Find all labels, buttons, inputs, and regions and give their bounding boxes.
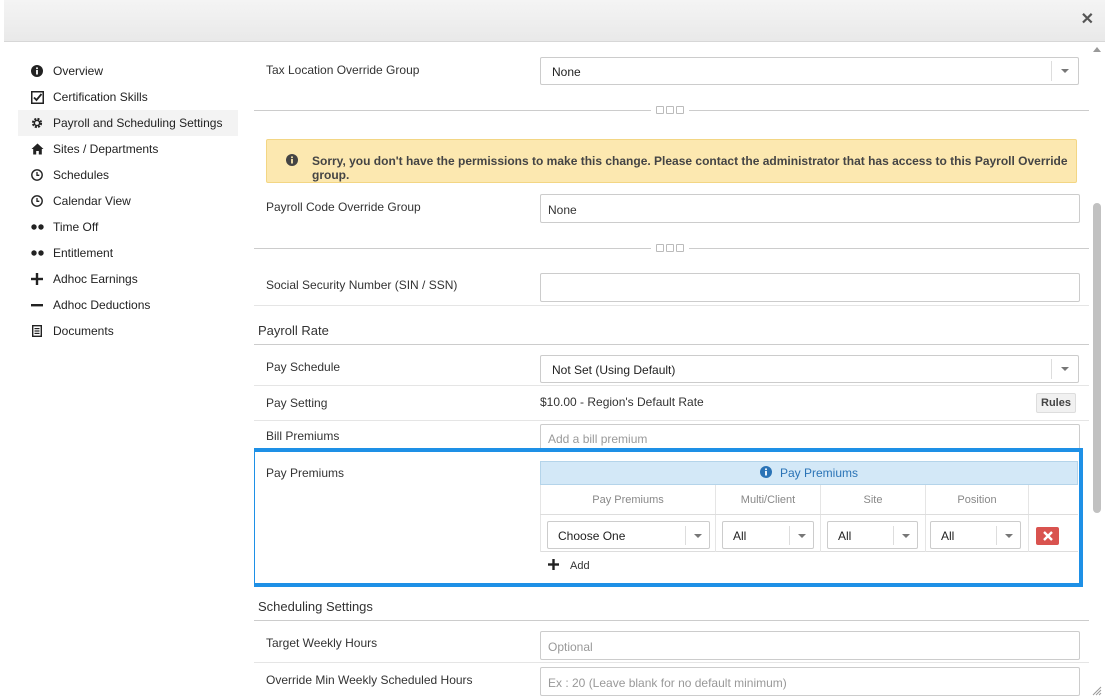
pay-schedule-row: Pay Schedule Not Set (Using Default) (254, 351, 1089, 386)
sidebar-item-adhoc-deductions[interactable]: Adhoc Deductions (18, 292, 238, 318)
sidebar-item-payroll-scheduling[interactable]: Payroll and Scheduling Settings (18, 110, 238, 136)
override-min-hours-label: Override Min Weekly Scheduled Hours (266, 673, 473, 687)
target-weekly-hours-placeholder: Optional (548, 640, 593, 654)
close-icon[interactable]: ✕ (1081, 12, 1094, 28)
payroll-code-label: Payroll Code Override Group (266, 200, 421, 214)
section-line (254, 344, 1089, 345)
chevron-down-icon (1051, 359, 1078, 379)
sidebar-item-label: Sites / Departments (53, 142, 159, 156)
payroll-code-value: None (548, 203, 577, 217)
ssn-input[interactable] (540, 273, 1080, 302)
target-weekly-hours-label: Target Weekly Hours (266, 636, 378, 650)
tax-location-value: None (552, 65, 581, 79)
sidebar-item-label: Documents (53, 324, 114, 338)
rules-button[interactable]: Rules (1036, 393, 1076, 413)
override-min-hours-input[interactable]: Ex : 20 (Leave blank for no default mini… (540, 667, 1080, 696)
sidebar-item-overview[interactable]: Overview (18, 58, 238, 84)
plus-icon (30, 272, 44, 286)
payroll-code-row: Payroll Code Override Group None (254, 188, 1089, 226)
sidebar-item-entitlement[interactable]: Entitlement (18, 240, 238, 266)
sidebar-item-sites-departments[interactable]: Sites / Departments (18, 136, 238, 162)
warning-text: Sorry, you don't have the permissions to… (312, 154, 1068, 182)
sidebar-item-label: Overview (53, 64, 104, 78)
scrollbar-thumb[interactable] (1093, 203, 1101, 513)
sidebar-item-label: Adhoc Earnings (53, 272, 138, 286)
tax-location-label: Tax Location Override Group (266, 63, 420, 77)
target-weekly-hours-input[interactable]: Optional (540, 631, 1080, 660)
bill-premium-input[interactable]: Add a bill premium (540, 424, 1080, 450)
pay-setting-label: Pay Setting (266, 396, 328, 410)
sidebar-item-schedules[interactable]: Schedules (18, 162, 238, 188)
sidebar-nav: Overview Certification Skills Payroll an… (18, 58, 238, 344)
clock-icon (30, 194, 44, 208)
dots-icon (30, 220, 44, 234)
payroll-rate-title: Payroll Rate (258, 323, 329, 338)
bill-premiums-label: Bill Premiums (266, 429, 340, 443)
chevron-down-icon (1051, 61, 1078, 81)
sidebar-item-certification-skills[interactable]: Certification Skills (18, 84, 238, 110)
target-weekly-hours-row: Target Weekly Hours Optional (254, 625, 1089, 663)
ssn-row: Social Security Number (SIN / SSN) (254, 266, 1089, 306)
sidebar-item-time-off[interactable]: Time Off (18, 214, 238, 240)
ssn-label: Social Security Number (SIN / SSN) (266, 278, 458, 292)
sidebar-item-label: Calendar View (53, 194, 131, 208)
tax-location-select[interactable]: None (540, 57, 1079, 85)
pay-setting-value: $10.00 - Region's Default Rate (540, 395, 704, 409)
sidebar-item-adhoc-earnings[interactable]: Adhoc Earnings (18, 266, 238, 292)
sidebar-item-calendar-view[interactable]: Calendar View (18, 188, 238, 214)
pay-setting-row: Pay Setting $10.00 - Region's Default Ra… (254, 386, 1089, 421)
pay-premiums-highlight (254, 448, 1083, 587)
section-line (254, 620, 1089, 621)
sidebar-item-label: Time Off (53, 220, 99, 234)
pay-schedule-label: Pay Schedule (266, 360, 341, 374)
sidebar-item-label: Schedules (53, 168, 110, 182)
pay-schedule-value: Not Set (Using Default) (552, 363, 676, 377)
section-divider[interactable] (254, 106, 1089, 115)
document-icon (30, 324, 44, 338)
minus-icon (30, 298, 44, 312)
pay-schedule-select[interactable]: Not Set (Using Default) (540, 355, 1079, 383)
bill-premium-placeholder: Add a bill premium (548, 432, 648, 446)
modal-header: ✕ (4, 0, 1105, 42)
sidebar-item-documents[interactable]: Documents (18, 318, 238, 344)
dots-icon (30, 246, 44, 260)
override-min-hours-placeholder: Ex : 20 (Leave blank for no default mini… (548, 676, 787, 690)
override-min-hours-row: Override Min Weekly Scheduled Hours Ex :… (254, 663, 1089, 700)
section-divider[interactable] (254, 244, 1089, 253)
payroll-code-field[interactable]: None (540, 194, 1080, 223)
settings-form: Tax Location Override Group None Sorry, … (254, 42, 1089, 700)
checkbox-icon (30, 90, 44, 104)
home-icon (30, 142, 44, 156)
scheduling-settings-title: Scheduling Settings (258, 599, 373, 614)
sidebar-item-label: Payroll and Scheduling Settings (53, 116, 223, 130)
permission-warning: Sorry, you don't have the permissions to… (266, 139, 1077, 183)
resize-handle-icon[interactable] (1092, 686, 1102, 696)
sidebar-item-label: Certification Skills (53, 90, 148, 104)
clock-icon (30, 168, 44, 182)
scroll-up-arrow[interactable] (1093, 47, 1101, 52)
gear-icon (30, 116, 44, 130)
info-circle-icon (286, 154, 298, 169)
tax-location-row: Tax Location Override Group None (254, 50, 1089, 108)
info-circle-icon (30, 64, 44, 78)
sidebar-item-label: Adhoc Deductions (53, 298, 151, 312)
sidebar-item-label: Entitlement (53, 246, 114, 260)
